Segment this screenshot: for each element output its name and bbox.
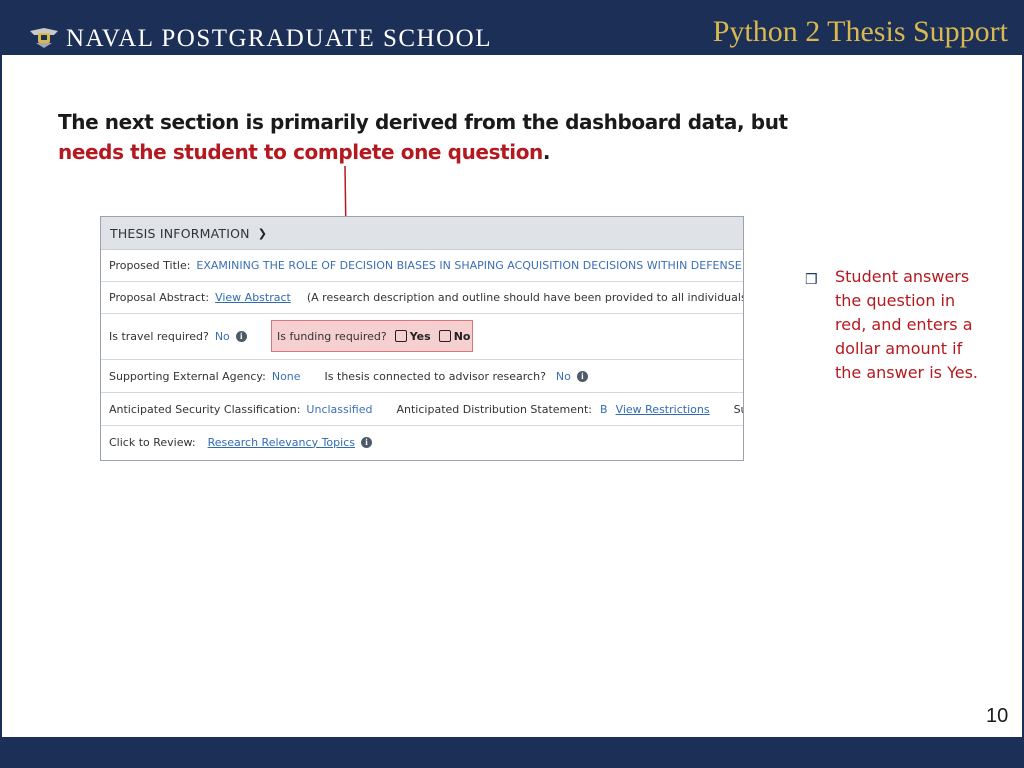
school-name: NAVAL POSTGRADUATE SCHOOL: [66, 25, 492, 52]
proposed-title-label: Proposed Title:: [109, 259, 191, 272]
agency-label: Supporting External Agency:: [109, 369, 266, 383]
research-relevancy-link[interactable]: Research Relevancy Topics: [208, 436, 355, 449]
proposed-title-row: Proposed Title: EXAMINING THE ROLE OF DE…: [101, 250, 743, 282]
checkbox-bullet-icon: ❒: [805, 272, 818, 288]
no-checkbox[interactable]: [438, 330, 451, 342]
funding-no-label: No: [453, 329, 471, 343]
funding-yes-option[interactable]: Yes: [394, 329, 431, 343]
abstract-row: Proposal Abstract: View Abstract (A rese…: [101, 282, 743, 314]
travel-value: No: [214, 330, 230, 343]
travel-label: Is travel required?: [109, 330, 209, 343]
panel-header[interactable]: THESIS INFORMATION ❯: [101, 217, 743, 250]
security-label: Anticipated Security Classification:: [109, 402, 301, 416]
funding-label: Is funding required?: [277, 329, 387, 343]
distribution-value: B: [600, 402, 608, 416]
abstract-label: Proposal Abstract:: [109, 291, 210, 304]
distribution-label: Anticipated Distribution Statement:: [396, 402, 593, 416]
deck-title: Python 2 Thesis Support: [712, 15, 1008, 48]
review-row: Click to Review: Research Relevancy Topi…: [101, 426, 743, 458]
funding-no-option[interactable]: No: [438, 329, 471, 343]
agency-row: Supporting External Agency: None Is thes…: [101, 360, 743, 393]
thesis-info-panel: THESIS INFORMATION ❯ Proposed Title: EXA…: [100, 216, 744, 461]
intro-line-red: needs the student to complete one questi…: [58, 140, 543, 164]
page-number: 10: [986, 705, 1009, 727]
security-row: Anticipated Security Classification: Unc…: [101, 393, 743, 426]
agency-value: None: [271, 369, 301, 383]
info-icon[interactable]: i: [576, 370, 588, 382]
nps-crest-icon: [30, 28, 58, 48]
review-label: Click to Review:: [109, 435, 196, 449]
truncated-text: Sup: [733, 402, 743, 416]
advisor-value: No: [555, 369, 571, 383]
intro-period: .: [542, 140, 551, 164]
funding-yes-label: Yes: [409, 329, 431, 343]
yes-checkbox[interactable]: [394, 330, 407, 342]
travel-funding-row: Is travel required? No i Is funding requ…: [101, 314, 743, 360]
abstract-note: (A research description and outline shou…: [306, 291, 744, 304]
funding-question-box: Is funding required? Yes No: [271, 320, 473, 352]
advisor-label: Is thesis connected to advisor research?: [324, 369, 546, 383]
bullet-text: Student answers the question in red, and…: [835, 267, 978, 382]
proposed-title-value: EXAMINING THE ROLE OF DECISION BIASES IN…: [196, 259, 744, 272]
intro-text: The next section is primarily derived fr…: [58, 107, 798, 167]
header-bar: NAVAL POSTGRADUATE SCHOOL Python 2 Thesi…: [0, 0, 1024, 55]
view-abstract-link[interactable]: View Abstract: [215, 291, 291, 304]
frame-left: [0, 55, 2, 737]
footer-bar: [0, 737, 1024, 768]
intro-line-black: The next section is primarily derived fr…: [58, 110, 788, 134]
view-restrictions-link[interactable]: View Restrictions: [616, 403, 710, 416]
security-value: Unclassified: [306, 402, 373, 416]
info-icon[interactable]: i: [360, 436, 372, 448]
info-icon[interactable]: i: [235, 331, 247, 342]
chevron-down-icon[interactable]: ❯: [258, 227, 267, 240]
panel-heading: THESIS INFORMATION: [110, 225, 250, 241]
